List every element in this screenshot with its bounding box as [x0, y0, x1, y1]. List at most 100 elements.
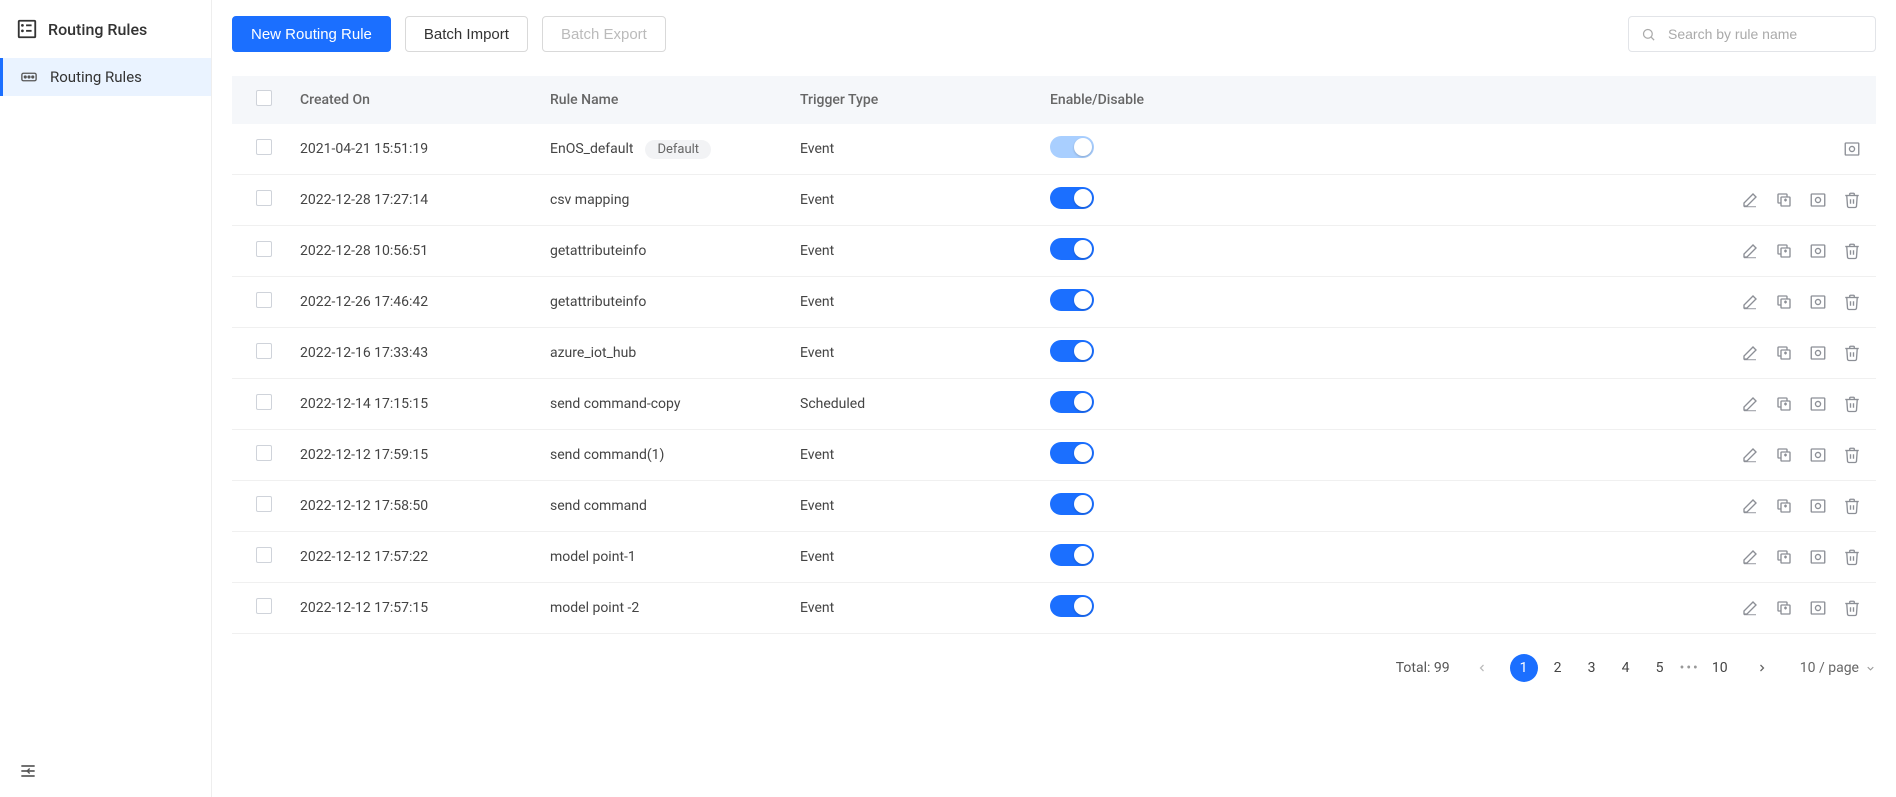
enable-toggle[interactable] — [1050, 340, 1094, 362]
enable-toggle[interactable] — [1050, 289, 1094, 311]
copy-icon[interactable] — [1774, 547, 1794, 567]
cell-created: 2021-04-21 15:51:19 — [286, 124, 536, 175]
copy-icon[interactable] — [1774, 445, 1794, 465]
view-icon[interactable] — [1808, 292, 1828, 312]
page-ellipsis[interactable]: ••• — [1680, 660, 1700, 676]
batch-export-button[interactable]: Batch Export — [542, 16, 666, 52]
delete-icon[interactable] — [1842, 496, 1862, 516]
page-button[interactable]: 3 — [1578, 654, 1606, 682]
cell-trigger: Event — [786, 583, 1036, 634]
rule-name: azure_iot_hub — [550, 345, 636, 361]
enable-toggle[interactable] — [1050, 442, 1094, 464]
enable-toggle[interactable] — [1050, 544, 1094, 566]
edit-icon[interactable] — [1740, 190, 1760, 210]
sidebar-collapse-icon[interactable] — [18, 761, 38, 781]
cell-name: getattributeinfo — [536, 277, 786, 328]
delete-icon[interactable] — [1842, 343, 1862, 363]
copy-icon[interactable] — [1774, 598, 1794, 618]
edit-icon[interactable] — [1740, 343, 1760, 363]
view-icon[interactable] — [1808, 547, 1828, 567]
cell-trigger: Event — [786, 175, 1036, 226]
view-icon[interactable] — [1808, 598, 1828, 618]
row-checkbox[interactable] — [256, 547, 272, 563]
view-icon[interactable] — [1808, 445, 1828, 465]
edit-icon[interactable] — [1740, 547, 1760, 567]
cell-trigger: Event — [786, 226, 1036, 277]
edit-icon[interactable] — [1740, 292, 1760, 312]
view-icon[interactable] — [1808, 190, 1828, 210]
enable-toggle[interactable] — [1050, 391, 1094, 413]
pagination-page-size[interactable]: 10 / page — [1800, 660, 1876, 676]
edit-icon[interactable] — [1740, 445, 1760, 465]
row-checkbox[interactable] — [256, 139, 272, 155]
pagination-next[interactable] — [1748, 654, 1776, 682]
new-routing-rule-button[interactable]: New Routing Rule — [232, 16, 391, 52]
edit-icon[interactable] — [1740, 598, 1760, 618]
enable-toggle — [1050, 136, 1094, 158]
copy-icon[interactable] — [1774, 343, 1794, 363]
row-checkbox[interactable] — [256, 241, 272, 257]
copy-icon[interactable] — [1774, 496, 1794, 516]
delete-icon[interactable] — [1842, 547, 1862, 567]
cell-created: 2022-12-14 17:15:15 — [286, 379, 536, 430]
search-input[interactable] — [1666, 25, 1863, 43]
view-icon[interactable] — [1808, 394, 1828, 414]
cell-trigger: Event — [786, 481, 1036, 532]
enable-toggle[interactable] — [1050, 493, 1094, 515]
rule-name: send command(1) — [550, 447, 664, 463]
view-icon[interactable] — [1808, 343, 1828, 363]
cell-actions — [1266, 430, 1876, 481]
cell-enable — [1036, 379, 1266, 430]
cell-created: 2022-12-12 17:57:22 — [286, 532, 536, 583]
enable-toggle[interactable] — [1050, 238, 1094, 260]
page-button[interactable]: 10 — [1706, 654, 1734, 682]
enable-toggle[interactable] — [1050, 595, 1094, 617]
delete-icon[interactable] — [1842, 190, 1862, 210]
delete-icon[interactable] — [1842, 598, 1862, 618]
copy-icon[interactable] — [1774, 190, 1794, 210]
page-button[interactable]: 1 — [1510, 654, 1538, 682]
row-checkbox[interactable] — [256, 190, 272, 206]
delete-icon[interactable] — [1842, 445, 1862, 465]
view-icon[interactable] — [1842, 139, 1862, 159]
cell-trigger: Event — [786, 532, 1036, 583]
cell-name: getattributeinfo — [536, 226, 786, 277]
enable-toggle[interactable] — [1050, 187, 1094, 209]
sidebar: Routing Rules Routing Rules — [0, 0, 212, 797]
delete-icon[interactable] — [1842, 394, 1862, 414]
sidebar-footer — [0, 749, 211, 797]
edit-icon[interactable] — [1740, 394, 1760, 414]
row-checkbox[interactable] — [256, 394, 272, 410]
page-button[interactable]: 2 — [1544, 654, 1572, 682]
copy-icon[interactable] — [1774, 241, 1794, 261]
rule-name: model point -2 — [550, 600, 639, 616]
routing-rules-icon — [20, 68, 38, 86]
sidebar-item-routing-rules[interactable]: Routing Rules — [0, 58, 211, 96]
batch-import-button[interactable]: Batch Import — [405, 16, 528, 52]
delete-icon[interactable] — [1842, 292, 1862, 312]
delete-icon[interactable] — [1842, 241, 1862, 261]
copy-icon[interactable] — [1774, 292, 1794, 312]
table-row: 2022-12-12 17:59:15send command(1)Event — [232, 430, 1876, 481]
row-checkbox[interactable] — [256, 598, 272, 614]
cell-enable — [1036, 532, 1266, 583]
rule-name: getattributeinfo — [550, 294, 646, 310]
pagination-prev[interactable] — [1468, 654, 1496, 682]
copy-icon[interactable] — [1774, 394, 1794, 414]
row-checkbox[interactable] — [256, 292, 272, 308]
rules-table: Created On Rule Name Trigger Type Enable… — [232, 76, 1876, 634]
edit-icon[interactable] — [1740, 496, 1760, 516]
page-button[interactable]: 5 — [1646, 654, 1674, 682]
edit-icon[interactable] — [1740, 241, 1760, 261]
search-box[interactable] — [1628, 16, 1876, 52]
row-checkbox[interactable] — [256, 343, 272, 359]
row-checkbox[interactable] — [256, 496, 272, 512]
page-button[interactable]: 4 — [1612, 654, 1640, 682]
view-icon[interactable] — [1808, 496, 1828, 516]
select-all-checkbox[interactable] — [256, 90, 272, 106]
cell-actions — [1266, 124, 1876, 175]
rules-table-wrap: Created On Rule Name Trigger Type Enable… — [232, 76, 1876, 634]
cell-actions — [1266, 583, 1876, 634]
view-icon[interactable] — [1808, 241, 1828, 261]
row-checkbox[interactable] — [256, 445, 272, 461]
